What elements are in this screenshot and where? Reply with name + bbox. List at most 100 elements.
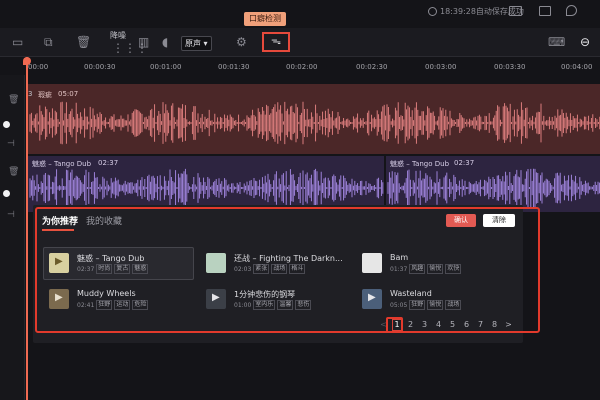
timeline-ruler[interactable]: 00:00 00:00:30 00:01:00 00:01:30 00:02:0…: [28, 57, 600, 75]
delete-track-icon[interactable]: 🗑: [8, 167, 19, 177]
song-tag: 复古: [114, 264, 131, 274]
tick-label: 00:03:30: [494, 63, 526, 71]
denoise-label: 降噪: [110, 31, 126, 40]
song-title: Wasteland: [390, 289, 432, 298]
song-tag: 温馨: [277, 300, 294, 310]
next-page-button[interactable]: >: [503, 319, 514, 331]
copy-icon[interactable]: ⧉: [44, 28, 53, 56]
mouth-detect-tooltip: 口癖检测: [244, 12, 286, 26]
audio-track-music[interactable]: 魅惑 – Tango Dub 02:37: [386, 156, 600, 212]
clear-button[interactable]: 清除: [483, 214, 515, 227]
playhead[interactable]: [26, 57, 28, 400]
tab-favorites[interactable]: 我的收藏: [86, 214, 122, 227]
song-title: Muddy Wheels: [77, 289, 136, 298]
voice-select[interactable]: 原声 ▾: [181, 36, 212, 51]
tick-label: 00:04:00: [561, 63, 593, 71]
page-button[interactable]: 3: [419, 319, 430, 331]
play-icon: ▶: [55, 292, 63, 303]
audio-track-music[interactable]: 魅惑 – Tango Dub 02:37: [28, 156, 384, 212]
song-tag: 战场: [445, 300, 462, 310]
mouth-detect-button[interactable]: ᯓ: [262, 32, 290, 52]
song-title: 1分钟悲伤的钢琴: [234, 290, 296, 299]
song-title: 魅惑 – Tango Dub: [77, 254, 145, 263]
page-button[interactable]: 2: [405, 319, 416, 331]
song-tag: 悲伤: [295, 300, 312, 310]
song-duration: 02:41: [77, 301, 95, 309]
song-tag: 愉悦: [427, 264, 444, 274]
song-duration: 01:00: [234, 301, 252, 309]
song-meta: 02:37 时尚 复古 魅惑: [77, 264, 149, 274]
song-tag: 室内乐: [253, 300, 276, 310]
tab-recommended[interactable]: 为你推荐: [42, 214, 78, 227]
page-button[interactable]: 7: [475, 319, 486, 331]
tick-label: 00:00:30: [84, 63, 116, 71]
delete-icon[interactable]: 🗑: [76, 28, 91, 56]
song-card[interactable]: ▶ 魅惑 – Tango Dub 02:37 时尚 复古 魅惑: [49, 253, 149, 274]
play-icon: ▶: [55, 256, 63, 267]
song-meta: 05:05 狂野 愉悦 战场: [390, 300, 462, 310]
chevron-down-icon: ▾: [203, 39, 208, 48]
keyboard-shortcut-icon[interactable]: [509, 6, 522, 16]
song-tag: 危险: [132, 300, 149, 310]
page-button[interactable]: 5: [447, 319, 458, 331]
song-tag: 战场: [271, 264, 288, 274]
song-tag: 魅惑: [132, 264, 149, 274]
tick-label: 00:02:30: [356, 63, 388, 71]
mute-icon[interactable]: ⊣: [7, 210, 15, 220]
track-controls: 🗑 ⊣ 🗑 ⊣: [0, 75, 25, 400]
song-duration: 01:37: [390, 265, 408, 273]
song-tag: 风趣: [409, 264, 426, 274]
zoom-out-icon[interactable]: ⊖: [580, 28, 590, 56]
waveform-music: [29, 168, 384, 208]
volume-icon[interactable]: ◖: [162, 28, 168, 56]
active-tab-indicator: [42, 229, 74, 231]
page-button[interactable]: 6: [461, 319, 472, 331]
song-tag: 狂野: [96, 300, 113, 310]
song-tag: 运动: [114, 300, 131, 310]
page-button[interactable]: 8: [489, 319, 500, 331]
song-meta: 01:37 风趣 愉悦 欢快: [390, 264, 462, 274]
song-thumbnail: ▶: [49, 253, 69, 273]
song-card[interactable]: Bam 01:37 风趣 愉悦 欢快: [362, 253, 462, 274]
audio-track-bgm[interactable]: 3 瑕疵 05:07: [28, 84, 600, 154]
song-card[interactable]: ▶ 1分钟悲伤的钢琴 01:00 室内乐 温馨 悲伤: [206, 289, 312, 310]
song-card[interactable]: ▶ Wasteland 05:05 狂野 愉悦 战场: [362, 289, 462, 310]
song-card[interactable]: 还战 – Fighting The Darkn... 02:03 紧张 战场 格…: [206, 253, 343, 274]
clock-icon: [428, 7, 437, 16]
help-icon[interactable]: [566, 5, 577, 16]
volume-knob[interactable]: [3, 190, 10, 197]
playhead-handle[interactable]: [23, 57, 31, 65]
confirm-button[interactable]: 确认: [446, 214, 476, 227]
mouth-detect-icon: ᯓ: [271, 36, 281, 47]
song-tag: 狂野: [409, 300, 426, 310]
tick-label: 00:00: [28, 63, 49, 71]
song-card[interactable]: ▶ Muddy Wheels 02:41 狂野 运动 危险: [49, 289, 149, 310]
play-icon: ▶: [368, 292, 376, 303]
song-meta: 02:03 紧张 战场 格斗: [234, 264, 306, 274]
song-thumbnail: ▶: [362, 289, 382, 309]
song-tag: 愉悦: [427, 300, 444, 310]
song-thumbnail: [206, 253, 226, 273]
waveform-bgm: [29, 101, 600, 145]
song-meta: 01:00 室内乐 温馨 悲伤: [234, 300, 312, 310]
song-tag: 欢快: [445, 264, 462, 274]
mute-icon[interactable]: ⊣: [7, 139, 15, 149]
song-meta: 02:41 狂野 运动 危险: [77, 300, 149, 310]
tick-label: 00:02:00: [286, 63, 318, 71]
tick-label: 00:03:00: [425, 63, 457, 71]
tick-label: 00:01:00: [150, 63, 182, 71]
tick-label: 00:01:30: [218, 63, 250, 71]
split-icon[interactable]: ▭: [12, 28, 23, 56]
keyboard-icon[interactable]: ⌨: [548, 28, 565, 56]
page-button[interactable]: 4: [433, 319, 444, 331]
volume-knob[interactable]: [3, 121, 10, 128]
song-thumbnail: ▶: [206, 289, 226, 309]
waveform-music: [387, 168, 600, 208]
voice-change-icon[interactable]: ⚙: [236, 28, 247, 56]
delete-track-icon[interactable]: 🗑: [8, 95, 19, 105]
song-thumbnail: ▶: [49, 289, 69, 309]
song-tag: 时尚: [96, 264, 113, 274]
waveform-icon[interactable]: ▥: [138, 28, 149, 56]
song-title: Bam: [390, 253, 409, 262]
message-icon[interactable]: [539, 6, 551, 16]
